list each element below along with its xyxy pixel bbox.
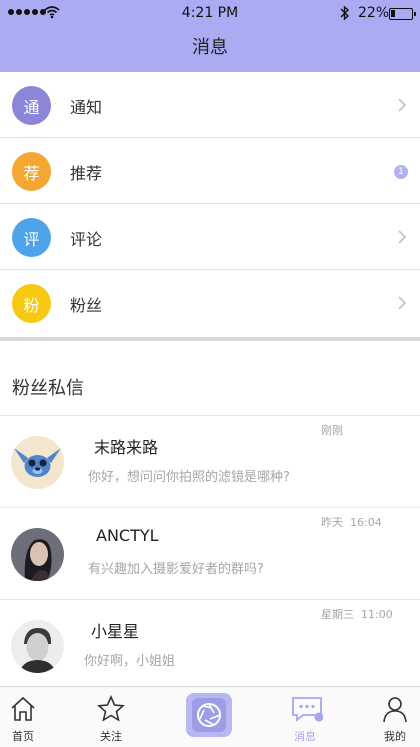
message-sender: 末路来路 bbox=[94, 438, 159, 457]
category-label: 通知 bbox=[70, 98, 103, 117]
category-item-notifications[interactable]: 通 通知 bbox=[0, 72, 420, 138]
category-item-comments[interactable]: 评 评论 bbox=[0, 204, 420, 270]
star-icon bbox=[97, 695, 125, 722]
tab-label: 消息 bbox=[294, 730, 316, 743]
message-row[interactable]: ANCTYL 有兴趣加入摄影爱好者的群吗? 昨天 16:04 bbox=[0, 508, 420, 600]
home-icon bbox=[11, 696, 35, 721]
message-time: 星期三 11:00 bbox=[321, 608, 393, 621]
category-label: 推荐 bbox=[70, 164, 103, 183]
message-time: 昨天 16:04 bbox=[321, 516, 382, 529]
category-label: 评论 bbox=[70, 230, 103, 249]
message-preview: 你好啊，小姐姐 bbox=[84, 654, 176, 669]
message-row[interactable]: 小星星 你好啊，小姐姐 星期三 11:00 bbox=[0, 600, 420, 692]
message-preview: 你好，想问问你拍照的滤镜是哪种? bbox=[88, 470, 290, 485]
tab-profile[interactable]: 我的 bbox=[365, 687, 420, 747]
avatar[interactable] bbox=[11, 528, 64, 581]
tab-home[interactable]: 首页 bbox=[0, 687, 53, 747]
section-divider bbox=[0, 337, 420, 341]
category-list: 通 通知 荐 推荐 1 评 评论 粉 粉丝 bbox=[0, 72, 420, 336]
profile-icon bbox=[383, 697, 407, 723]
message-preview: 有兴趣加入摄影爱好者的群吗? bbox=[88, 562, 264, 577]
message-list: 末路来路 你好，想问问你拍照的滤镜是哪种? 刚刚 ANCTYL 有兴趣加入摄影爱… bbox=[0, 415, 420, 692]
category-item-fans[interactable]: 粉 粉丝 bbox=[0, 270, 420, 336]
notification-avatar: 通 bbox=[12, 86, 51, 125]
recommend-avatar: 荐 bbox=[12, 152, 51, 191]
message-time: 刚刚 bbox=[321, 424, 343, 437]
chevron-right-icon bbox=[398, 98, 407, 112]
message-sender: 小星星 bbox=[91, 622, 140, 641]
category-item-recommend[interactable]: 荐 推荐 1 bbox=[0, 138, 420, 204]
status-bar: 4:21 PM 22% bbox=[0, 0, 420, 28]
section-title: 粉丝私信 bbox=[12, 378, 84, 399]
battery-percent: 22% bbox=[358, 5, 390, 21]
fans-avatar: 粉 bbox=[12, 284, 51, 323]
category-label: 粉丝 bbox=[70, 296, 103, 315]
tab-following[interactable]: 关注 bbox=[81, 687, 141, 747]
page-title: 消息 bbox=[192, 37, 228, 58]
camera-button[interactable] bbox=[186, 693, 232, 737]
comment-avatar: 评 bbox=[12, 218, 51, 257]
chevron-right-icon bbox=[398, 230, 407, 244]
tab-bar: 首页 关注 消息 我的 bbox=[0, 686, 420, 747]
status-time: 4:21 PM bbox=[181, 5, 239, 21]
tab-messages[interactable]: 消息 bbox=[275, 687, 335, 747]
unread-badge: 1 bbox=[394, 165, 408, 179]
header: 4:21 PM 22% 消息 bbox=[0, 0, 420, 72]
message-icon bbox=[292, 697, 323, 722]
tab-label: 关注 bbox=[100, 730, 122, 743]
camera-aperture-icon bbox=[197, 703, 221, 727]
avatar[interactable] bbox=[11, 620, 64, 673]
chevron-right-icon bbox=[398, 296, 407, 310]
message-sender: ANCTYL bbox=[96, 526, 159, 545]
tab-label: 我的 bbox=[384, 730, 406, 743]
bluetooth-icon bbox=[340, 5, 350, 21]
tab-label: 首页 bbox=[12, 730, 34, 743]
avatar[interactable] bbox=[11, 436, 64, 489]
message-row[interactable]: 末路来路 你好，想问问你拍照的滤镜是哪种? 刚刚 bbox=[0, 416, 420, 508]
battery-icon bbox=[389, 8, 416, 20]
